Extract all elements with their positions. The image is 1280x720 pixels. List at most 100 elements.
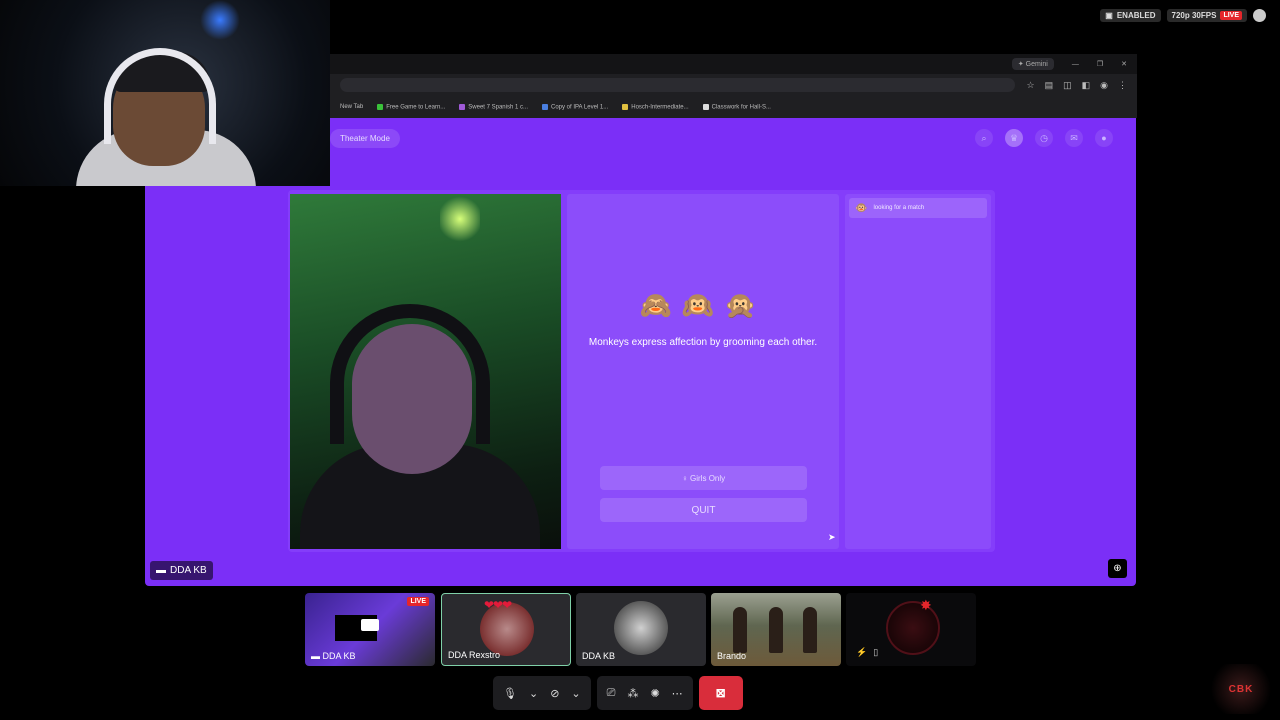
history-icon[interactable]: ◷ [1035, 129, 1053, 147]
site-nav-icons: ⌕ ♛ ◷ ✉ ● [975, 129, 1113, 147]
address-bar[interactable] [340, 78, 1015, 92]
gender-icon: ♀ [681, 473, 691, 483]
split-icon[interactable]: ◧ [1082, 80, 1091, 91]
quit-button[interactable]: QUIT [600, 498, 807, 522]
video-figure [803, 607, 817, 653]
address-bar-row: ☆ ▤ ◫ ◧ ◉ ⋮ [330, 74, 1137, 96]
chevron-down-icon[interactable]: ⌄ [571, 687, 580, 700]
theater-mode-button[interactable]: Theater Mode [330, 129, 400, 148]
badge-icon: ✸ [920, 597, 932, 613]
participant-name: DDA Rexstro [448, 650, 501, 660]
person-headphones [330, 304, 490, 444]
enabled-label: ENABLED [1116, 11, 1156, 20]
more-icon[interactable]: ⋯ [672, 687, 683, 700]
quality-label: 720p 30FPS [1171, 11, 1217, 20]
call-controls: 🎙 ⌄ ⊘ ⌄ ⎚ ⁂ ✺ ⋯ ⊠ [493, 676, 774, 710]
phone-icon: ▯ [873, 647, 879, 657]
menu-icon[interactable]: ⋮ [1118, 80, 1127, 91]
gemini-label: Gemini [1025, 61, 1048, 68]
user-avatar-icon[interactable]: ● [1095, 129, 1113, 147]
leave-icon: ⊠ [715, 686, 726, 700]
video-figure [733, 607, 747, 653]
bookmark-label: Copy of IPA Level 1... [550, 104, 609, 111]
streamer-facecam [0, 0, 330, 186]
match-sidebar: 🐵 looking for a match [845, 194, 991, 549]
live-badge: LIVE [407, 597, 429, 606]
quality-pill: 720p 30FPS LIVE [1166, 9, 1247, 22]
profile-icon[interactable]: ◉ [1100, 80, 1108, 91]
participant-tile[interactable]: ✸ ⚡ ▯ [846, 593, 976, 666]
bookmark-item[interactable]: Free Game to Learn... [377, 103, 446, 111]
bookmark-icon [377, 103, 384, 110]
speaker-name-badge: ▬ DDA KB [150, 561, 213, 580]
bookmark-icon [622, 103, 629, 110]
bookmark-item[interactable]: Classwork for Hall-S... [702, 103, 771, 111]
puzzle-icon[interactable]: ◫ [1063, 80, 1072, 91]
close-icon[interactable]: ✕ [1121, 60, 1127, 68]
mic-icon[interactable]: 🎙 [503, 687, 517, 700]
gemini-button[interactable]: ✦ Gemini [1011, 58, 1054, 70]
messages-icon[interactable]: ✉ [1065, 129, 1083, 147]
participant-tile[interactable]: LIVE ▬ DDA KB [305, 593, 435, 666]
girls-only-label: Girls Only [690, 473, 726, 483]
screen-share-icon: ▬ [156, 565, 166, 576]
extension-icon[interactable]: ▤ [1045, 80, 1054, 91]
participant-tile[interactable]: DDA KB [576, 593, 706, 666]
activities-icon[interactable]: ⁂ [627, 687, 638, 700]
speaker-name: DDA KB [170, 565, 207, 576]
bookmark-label: New Tab [340, 104, 364, 110]
enabled-pill: ▣ ENABLED [1100, 9, 1161, 22]
blue-light [200, 0, 240, 40]
waiting-card: 🙈🙉🙊 Monkeys express affection by groomin… [567, 194, 839, 549]
channel-logo: CBK [1206, 664, 1276, 714]
camera-icon: ▣ [1105, 11, 1113, 20]
local-camera-feed [290, 194, 561, 549]
av-controls: 🎙 ⌄ ⊘ ⌄ [493, 676, 591, 710]
tile-screen-preview [361, 619, 379, 631]
match-status-text: looking for a match [873, 205, 925, 211]
screen-share-icon[interactable]: ⎚ [607, 687, 616, 700]
participant-tile[interactable]: ❤❤❤ DDA Rexstro [441, 593, 571, 666]
chat-bubble-icon[interactable] [1253, 9, 1266, 22]
monkey-emojis: 🙈🙉🙊 [639, 290, 767, 320]
bookmark-label: Classwork for Hall-S... [711, 104, 771, 111]
camera-off-icon[interactable]: ⊘ [550, 687, 559, 700]
theater-mode-label: Theater Mode [340, 134, 390, 143]
chevron-down-icon[interactable]: ⌄ [529, 687, 538, 700]
bookmarks-bar: New Tab Free Game to Learn... Sweet 7 Sp… [330, 96, 1137, 118]
soundboard-icon[interactable]: ✺ [650, 687, 659, 700]
toolbar-icons: ☆ ▤ ◫ ◧ ◉ ⋮ [1027, 80, 1127, 91]
participant-name-text: DDA KB [322, 651, 356, 661]
mic-muted-icon: ⚡ [856, 647, 868, 657]
fun-fact-text: Monkeys express affection by grooming ea… [588, 337, 818, 348]
heart-icon: ❤❤❤ [484, 598, 512, 612]
video-figure [769, 607, 783, 653]
crown-icon[interactable]: ♛ [1005, 129, 1023, 147]
bookmark-item[interactable]: New Tab [340, 104, 363, 110]
participant-name: ▬ DDA KB [311, 651, 356, 661]
restore-icon[interactable]: ❐ [1097, 60, 1103, 68]
activity-controls: ⎚ ⁂ ✺ ⋯ [596, 676, 693, 710]
girls-only-button[interactable]: ♀ Girls Only [600, 466, 807, 490]
bookmark-item[interactable]: Sweet 7 Spanish 1 c... [459, 103, 528, 111]
search-icon[interactable]: ⌕ [975, 129, 993, 147]
match-status-row: 🐵 looking for a match [849, 198, 987, 218]
zoom-icon[interactable]: ⊕ [1108, 559, 1127, 578]
bookmark-label: Free Game to Learn... [386, 104, 446, 111]
participant-name: Brando [717, 651, 747, 661]
bookmark-item[interactable]: Copy of IPA Level 1... [541, 103, 609, 111]
monkey-icon: 🐵 [855, 202, 868, 214]
avatar [614, 601, 668, 655]
mouse-cursor-icon: ➤ [828, 532, 836, 542]
participant-tile[interactable]: Brando [711, 593, 841, 666]
participant-name: DDA KB [582, 651, 616, 661]
star-icon[interactable]: ☆ [1027, 80, 1035, 91]
bookmark-item[interactable]: Hosch-Intermediate... [622, 103, 689, 110]
live-badge: LIVE [1220, 11, 1242, 20]
bookmark-label: Sweet 7 Spanish 1 c... [468, 104, 528, 111]
browser-tab-bar: ✦ Gemini — ❐ ✕ [330, 54, 1137, 74]
leave-call-button[interactable]: ⊠ [698, 676, 743, 710]
bookmark-icon [541, 103, 548, 110]
minimize-icon[interactable]: — [1072, 61, 1079, 68]
green-light [440, 194, 480, 244]
